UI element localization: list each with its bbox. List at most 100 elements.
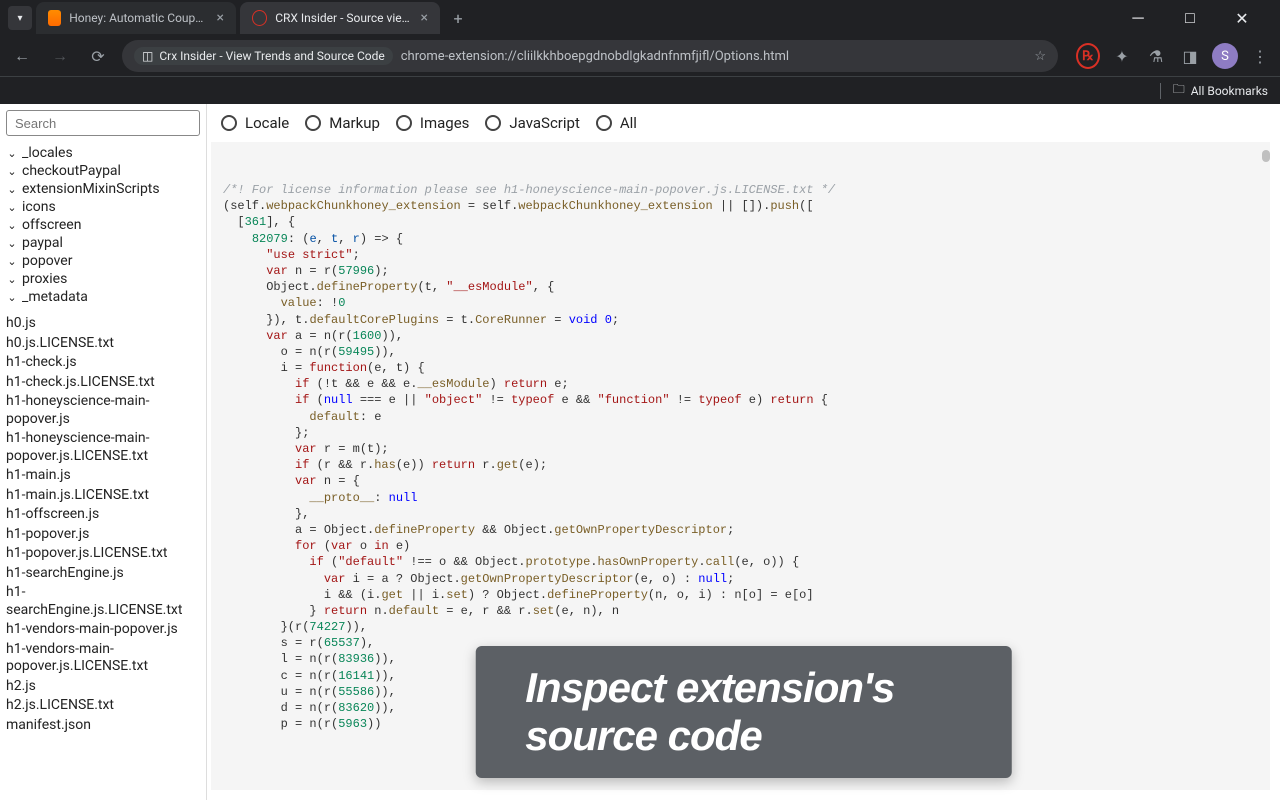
forward-button[interactable]: → — [46, 42, 74, 70]
side-panel-icon[interactable]: ◨ — [1178, 44, 1202, 68]
file-item[interactable]: manifest.json — [4, 716, 202, 736]
file-item[interactable]: h1-searchEngine.js.LICENSE.txt — [4, 583, 202, 620]
radio-icon — [485, 115, 501, 131]
folder-item[interactable]: ⌄ checkoutPaypal — [0, 162, 206, 180]
main-panel: LocaleMarkupImagesJavaScriptAll /*! For … — [207, 104, 1280, 800]
folder-label: paypal — [22, 235, 63, 251]
radio-icon — [305, 115, 321, 131]
file-item[interactable]: h1-honeyscience-main-popover.js.LICENSE.… — [4, 429, 202, 466]
file-item[interactable]: h1-offscreen.js — [4, 505, 202, 525]
back-button[interactable]: ← — [8, 42, 36, 70]
filter-radio-markup[interactable]: Markup — [305, 114, 380, 132]
folder-item[interactable]: ⌄paypal — [0, 234, 206, 252]
folder-icon: 🗀 — [1173, 80, 1185, 101]
chevron-down-icon: ⌄ — [6, 255, 18, 268]
toolbar: ← → ⟳ ◫ Crx Insider - View Trends and So… — [0, 36, 1280, 76]
folder-label: checkoutPaypal — [22, 163, 121, 179]
chevron-down-icon: ⌄ — [6, 219, 18, 232]
tab-honey[interactable]: Honey: Automatic Coupons & ... × — [36, 2, 236, 34]
minimize-button[interactable]: ─ — [1120, 4, 1156, 32]
bookmarks-bar: 🗀 All Bookmarks — [0, 76, 1280, 104]
folder-item[interactable]: ⌄ popover — [0, 252, 206, 270]
crx-favicon-icon — [252, 10, 267, 26]
folder-item[interactable]: ⌄_locales — [0, 144, 206, 162]
site-chip-label: Crx Insider - View Trends and Source Cod… — [159, 49, 384, 63]
close-icon[interactable]: × — [421, 10, 428, 26]
filter-radio-javascript[interactable]: JavaScript — [485, 114, 579, 132]
banner-text: Inspect extension's source code — [525, 664, 894, 759]
folder-label: icons — [22, 199, 56, 215]
labs-flask-icon[interactable]: ⚗ — [1144, 44, 1168, 68]
extension-icon: ◫ — [142, 49, 153, 63]
folder-label: popover — [22, 253, 72, 269]
filter-label: All — [620, 114, 637, 132]
file-item[interactable]: h1-check.js — [4, 353, 202, 373]
folder-item[interactable]: ⌄ icons — [0, 198, 206, 216]
folder-item[interactable]: ⌄offscreen — [0, 216, 206, 234]
radio-icon — [596, 115, 612, 131]
all-bookmarks-button[interactable]: 🗀 All Bookmarks — [1173, 80, 1268, 101]
radio-icon — [221, 115, 237, 131]
toolbar-right: ℞ ✦ ⚗ ◨ S ⋮ — [1068, 43, 1272, 69]
tab-crx-insider[interactable]: CRX Insider - Source viewer × — [240, 2, 440, 34]
profile-avatar[interactable]: S — [1212, 43, 1238, 69]
chevron-down-icon: ⌄ — [6, 165, 18, 178]
chevron-down-icon: ⌄ — [6, 183, 18, 196]
new-tab-button[interactable]: + — [444, 4, 472, 32]
close-icon[interactable]: × — [217, 10, 224, 26]
file-item[interactable]: h1-main.js — [4, 466, 202, 486]
filter-radio-locale[interactable]: Locale — [221, 114, 289, 132]
chevron-down-icon: ⌄ — [6, 291, 18, 304]
filter-radio-all[interactable]: All — [596, 114, 637, 132]
file-item[interactable]: h1-check.js.LICENSE.txt — [4, 373, 202, 393]
file-item[interactable]: h1-popover.js.LICENSE.txt — [4, 544, 202, 564]
file-item[interactable]: h2.js.LICENSE.txt — [4, 696, 202, 716]
filter-radio-images[interactable]: Images — [396, 114, 470, 132]
address-bar[interactable]: ◫ Crx Insider - View Trends and Source C… — [122, 40, 1058, 72]
folder-item[interactable]: ⌄ proxies — [0, 270, 206, 288]
tab-strip: ▾ Honey: Automatic Coupons & ... × CRX I… — [0, 0, 1280, 36]
folder-item[interactable]: ⌄ extensionMixinScripts — [0, 180, 206, 198]
search-input[interactable] — [6, 110, 200, 136]
folder-label: proxies — [22, 271, 67, 287]
file-item[interactable]: h1-searchEngine.js — [4, 564, 202, 584]
chevron-down-icon: ⌄ — [6, 147, 18, 160]
file-item[interactable]: h1-popover.js — [4, 525, 202, 545]
scrollbar-thumb[interactable] — [1262, 150, 1270, 162]
file-item[interactable]: h1-honeyscience-main-popover.js — [4, 392, 202, 429]
extensions-puzzle-icon[interactable]: ✦ — [1110, 44, 1134, 68]
bookmark-star-icon[interactable]: ☆ — [1034, 49, 1046, 64]
file-item[interactable]: h2.js — [4, 677, 202, 697]
caption-banner: Inspect extension's source code — [475, 646, 1012, 778]
sidebar: ⌄_locales⌄checkoutPaypal⌄extensionMixinS… — [0, 104, 207, 800]
tab-title: CRX Insider - Source viewer — [275, 11, 412, 25]
folder-list: ⌄_locales⌄checkoutPaypal⌄extensionMixinS… — [0, 142, 206, 312]
divider — [1160, 83, 1161, 99]
tab-search-dropdown[interactable]: ▾ — [8, 6, 32, 30]
browser-chrome: ▾ Honey: Automatic Coupons & ... × CRX I… — [0, 0, 1280, 104]
folder-label: _metadata — [22, 289, 88, 305]
window-controls: ─ □ ✕ — [1120, 4, 1272, 32]
kebab-menu-icon[interactable]: ⋮ — [1248, 44, 1272, 68]
site-info-chip[interactable]: ◫ Crx Insider - View Trends and Source C… — [134, 47, 393, 65]
url-text: chrome-extension://cliilkkhboepgdnobdlgk… — [401, 49, 1027, 64]
file-item[interactable]: h1-main.js.LICENSE.txt — [4, 486, 202, 506]
search-box — [6, 110, 200, 136]
close-window-button[interactable]: ✕ — [1224, 4, 1260, 32]
file-item[interactable]: h0.js — [4, 314, 202, 334]
file-item[interactable]: h0.js.LICENSE.txt — [4, 334, 202, 354]
file-item[interactable]: h1-vendors-main-popover.js.LICENSE.txt — [4, 640, 202, 677]
folder-item[interactable]: ⌄ _metadata — [0, 288, 206, 306]
crx-insider-extension-icon[interactable]: ℞ — [1076, 44, 1100, 68]
folder-label: extensionMixinScripts — [22, 181, 160, 197]
file-list: h0.jsh0.js.LICENSE.txth1-check.jsh1-chec… — [0, 312, 206, 737]
chevron-down-icon: ⌄ — [6, 201, 18, 214]
filter-label: Images — [420, 114, 470, 132]
filter-label: JavaScript — [509, 114, 579, 132]
reload-button[interactable]: ⟳ — [84, 42, 112, 70]
file-item[interactable]: h1-vendors-main-popover.js — [4, 620, 202, 640]
radio-icon — [396, 115, 412, 131]
maximize-button[interactable]: □ — [1172, 4, 1208, 32]
chevron-down-icon: ⌄ — [6, 273, 18, 286]
filter-label: Markup — [329, 114, 380, 132]
